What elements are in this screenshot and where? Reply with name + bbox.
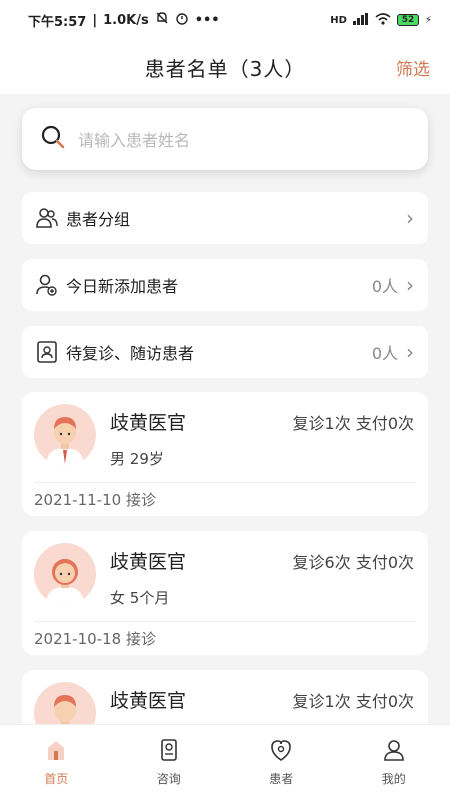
signal-icon — [352, 12, 369, 28]
patient-visit-stats: 复诊1次 支付0次 — [292, 414, 414, 433]
menu-label: 待复诊、随访患者 — [66, 344, 195, 363]
search-input[interactable]: 请输入患者姓名 — [22, 108, 428, 170]
chevron-right-icon: › — [406, 273, 414, 297]
patient-age: 5个月 — [129, 589, 170, 607]
group-icon — [34, 205, 60, 231]
patient-name: 歧黄医官 — [110, 412, 187, 434]
tab-label: 患者 — [269, 772, 294, 786]
patient-card[interactable]: 歧黄医官 女 5个月 复诊6次 支付0次 2021-10-18 接诊 — [22, 531, 428, 655]
alarm-icon — [175, 11, 189, 29]
patient-visit-stats: 复诊1次 支付0次 — [292, 692, 414, 711]
patient-status: 接诊 — [125, 630, 156, 648]
menu-label: 今日新添加患者 — [66, 277, 179, 296]
search-icon — [40, 124, 66, 154]
search-placeholder: 请输入患者姓名 — [78, 131, 191, 150]
divider — [34, 621, 416, 622]
chevron-right-icon: › — [406, 340, 414, 364]
menu-count: 0人 — [371, 344, 398, 363]
patient-date-status: 2021-10-18 接诊 — [34, 628, 156, 649]
charging-icon: ⚡ — [424, 14, 432, 26]
patient-info: 男 29岁 — [110, 448, 164, 469]
menu-followup-patients[interactable]: 待复诊、随访患者 0人 › — [22, 326, 428, 378]
tab-label: 我的 — [381, 772, 406, 786]
status-bar: 下午5:57 | 1.0K/s ••• HD 52 ⚡ — [0, 0, 450, 40]
filter-button[interactable]: 筛选 — [396, 55, 430, 80]
tab-patients[interactable]: 患者 — [225, 725, 338, 800]
hd-label: HD — [330, 14, 347, 26]
patient-date-status: 2021-11-10 接诊 — [34, 489, 156, 510]
status-speed: 1.0K/s — [103, 12, 149, 28]
tab-label: 首页 — [44, 772, 69, 786]
patient-name: 歧黄医官 — [110, 690, 187, 712]
page-title: 患者名单（3人） — [144, 56, 306, 81]
home-icon — [44, 738, 68, 766]
chevron-right-icon: › — [406, 206, 414, 230]
tab-home[interactable]: 首页 — [0, 725, 113, 800]
patient-gender: 女 — [110, 589, 126, 607]
divider — [34, 482, 416, 483]
patient-visit-stats: 复诊6次 支付0次 — [292, 553, 414, 572]
patient-status: 接诊 — [125, 491, 156, 509]
tab-label: 咨询 — [156, 772, 181, 786]
patient-date: 2021-10-18 — [34, 630, 122, 648]
patient-icon — [269, 738, 293, 766]
profile-icon — [382, 738, 406, 766]
followup-card-icon — [34, 339, 60, 365]
female-avatar — [34, 543, 96, 605]
add-patient-icon — [34, 272, 60, 298]
battery-icon: 52 — [396, 14, 419, 26]
menu-patient-groups[interactable]: 患者分组 › — [22, 192, 428, 244]
status-time: 下午5:57 — [28, 14, 87, 30]
menu-label: 患者分组 — [66, 210, 131, 229]
mute-icon — [155, 11, 169, 29]
menu-count: 0人 — [371, 277, 398, 296]
tab-profile[interactable]: 我的 — [338, 725, 450, 800]
patient-info: 女 5个月 — [110, 587, 169, 608]
tab-consult[interactable]: 咨询 — [113, 725, 226, 800]
menu-new-patients-today[interactable]: 今日新添加患者 0人 › — [22, 259, 428, 311]
patient-age: 29岁 — [129, 450, 164, 468]
male-avatar — [34, 404, 96, 466]
bottom-tab-bar: 首页 咨询 患者 我的 — [0, 724, 450, 800]
patient-card[interactable]: 歧黄医官 男 29岁 复诊1次 支付0次 2021-11-10 接诊 — [22, 392, 428, 516]
nav-bar: 患者名单（3人） 筛选 — [0, 40, 450, 94]
patient-gender: 男 — [110, 450, 126, 468]
consult-icon — [157, 738, 181, 766]
wifi-icon — [375, 12, 391, 28]
patient-name: 歧黄医官 — [110, 551, 187, 573]
patient-date: 2021-11-10 — [34, 491, 122, 509]
more-dots-icon: ••• — [194, 12, 220, 28]
